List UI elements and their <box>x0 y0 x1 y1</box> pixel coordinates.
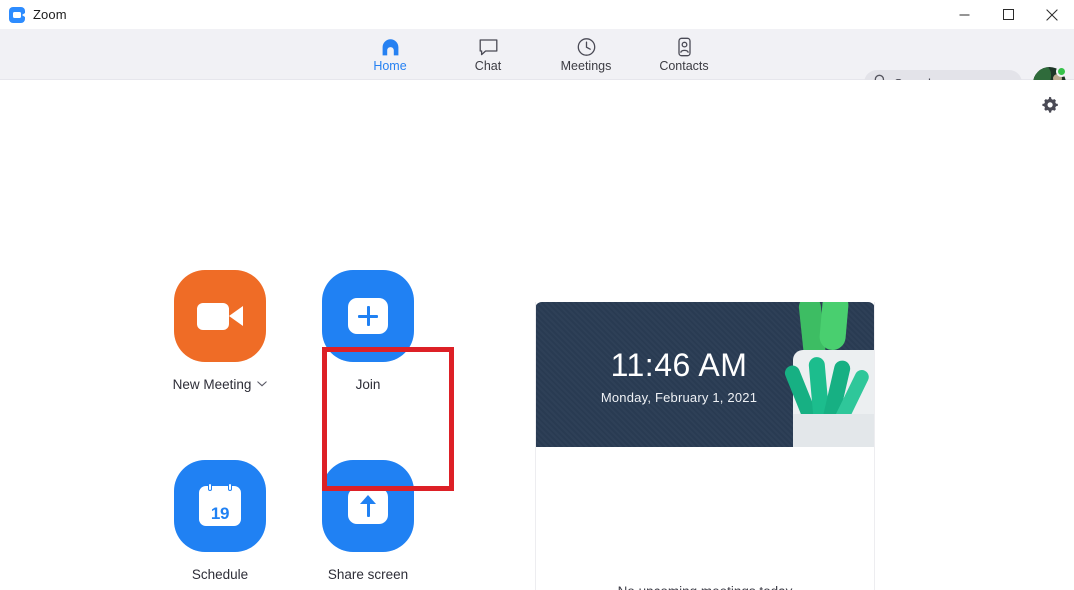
contacts-person-icon <box>674 37 695 58</box>
close-icon[interactable] <box>1030 0 1074 29</box>
zoom-app-window: Zoom Home Chat Meetings Contacts Search … <box>0 0 1074 590</box>
current-date: Monday, February 1, 2021 <box>600 390 758 405</box>
share-screen-label: Share screen <box>327 567 409 582</box>
schedule-button[interactable]: 19 Schedule <box>174 460 266 582</box>
no-meetings-message: No upcoming meetings today <box>536 584 874 590</box>
join-button[interactable]: Join <box>322 270 414 392</box>
tab-meetings[interactable]: Meetings <box>555 31 617 79</box>
status-badge <box>1056 66 1067 77</box>
calendar-day: 19 <box>210 504 230 523</box>
tab-contacts-label: Contacts <box>659 58 709 73</box>
tab-chat-label: Chat <box>474 58 502 73</box>
home-icon <box>380 37 401 58</box>
clock-text: 11:46 AM Monday, February 1, 2021 <box>536 347 874 405</box>
tab-chat[interactable]: Chat <box>457 31 519 79</box>
join-label: Join <box>355 377 381 392</box>
tab-home[interactable]: Home <box>359 31 421 79</box>
new-meeting-label: New Meeting <box>172 377 252 392</box>
action-tiles-row-2: 19 Schedule Share screen <box>174 460 464 582</box>
tab-contacts[interactable]: Contacts <box>653 31 715 79</box>
minimize-icon[interactable] <box>942 0 986 29</box>
maximize-icon[interactable] <box>986 0 1030 29</box>
new-meeting-label-wrap: New Meeting <box>173 377 268 392</box>
tab-home-label: Home <box>373 58 407 73</box>
action-tiles-row-1: New Meeting Join <box>173 270 464 392</box>
video-camera-icon <box>174 270 266 362</box>
arrow-up-icon <box>322 460 414 552</box>
window-controls <box>942 0 1074 29</box>
window-title: Zoom <box>33 7 67 22</box>
title-bar: Zoom <box>0 0 1074 29</box>
tab-meetings-label: Meetings <box>560 58 612 73</box>
title-bar-left: Zoom <box>0 6 67 23</box>
nav-items: Home Chat Meetings Contacts <box>359 29 715 80</box>
new-meeting-button[interactable]: New Meeting <box>173 270 268 392</box>
current-time: 11:46 AM <box>610 347 748 383</box>
chevron-down-icon[interactable] <box>257 380 268 390</box>
zoom-camera-logo-icon <box>9 6 25 23</box>
home-content: New Meeting Join 19 Schedule Share scree… <box>0 80 1074 590</box>
plus-icon <box>322 270 414 362</box>
upcoming-meetings-panel: 11:46 AM Monday, February 1, 2021 No upc… <box>535 302 875 590</box>
schedule-label: Schedule <box>191 567 249 582</box>
gear-icon[interactable] <box>1037 93 1061 117</box>
share-screen-button[interactable]: Share screen <box>322 460 414 582</box>
chat-bubble-icon <box>478 37 499 58</box>
action-tiles: New Meeting Join 19 Schedule Share scree… <box>173 270 464 582</box>
main-navigation-bar: Home Chat Meetings Contacts Search <box>0 29 1074 100</box>
calendar-icon: 19 <box>174 460 266 552</box>
clock-banner: 11:46 AM Monday, February 1, 2021 <box>536 302 874 447</box>
clock-icon <box>576 37 597 58</box>
